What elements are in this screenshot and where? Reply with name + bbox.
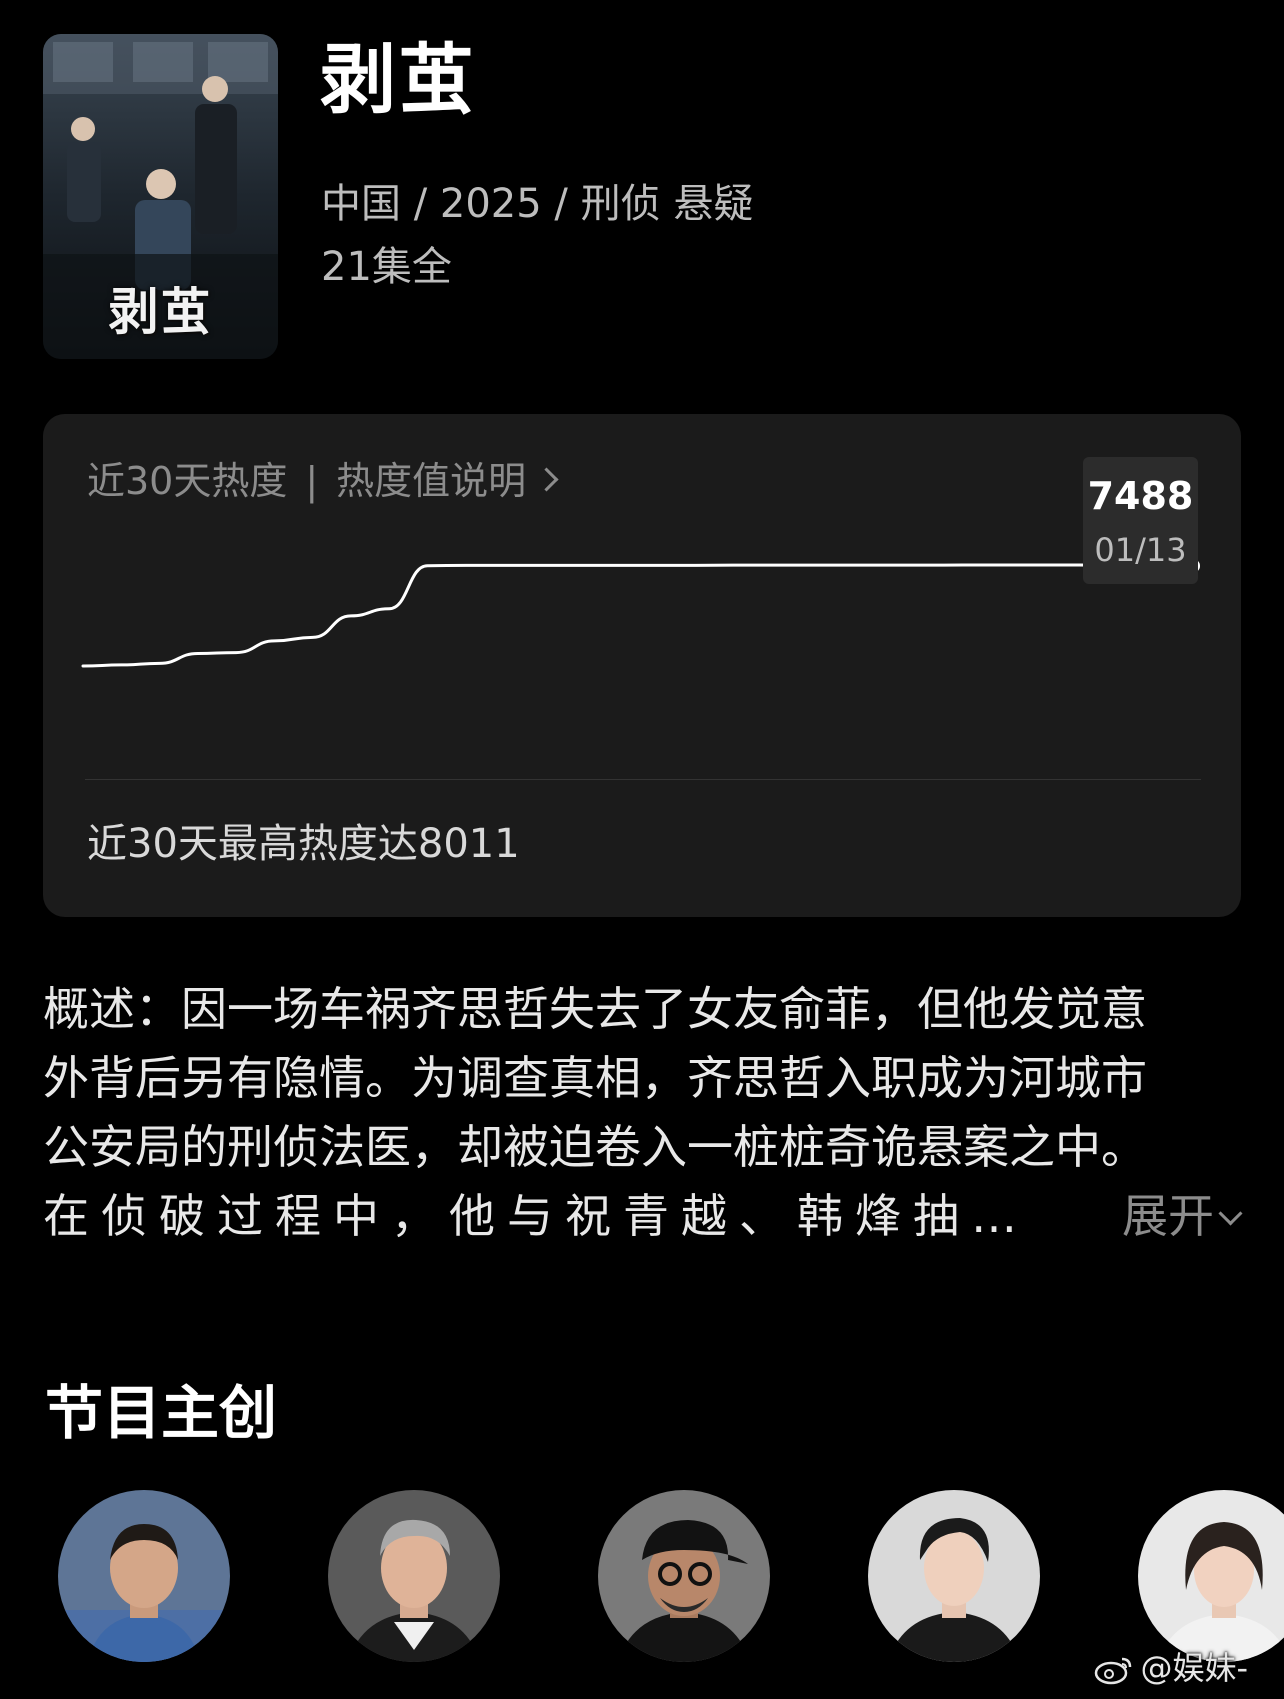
expand-label: 展开 xyxy=(1122,1189,1214,1243)
show-poster[interactable]: 剥茧 xyxy=(43,34,278,359)
chevron-down-icon xyxy=(1218,1201,1243,1226)
expand-button[interactable]: 展开 xyxy=(1122,1182,1243,1251)
synopsis-line: 公安局的刑侦法医，却被迫卷入一桩桩奇诡悬案之中。 xyxy=(43,1120,1147,1174)
heat-chart[interactable] xyxy=(43,414,1241,774)
show-meta: 中国 / 2025 / 刑侦 悬疑 xyxy=(321,181,754,227)
creator-avatar-2[interactable] xyxy=(328,1490,500,1662)
creator-avatar-3[interactable] xyxy=(598,1490,770,1662)
person-photo-icon xyxy=(58,1490,230,1662)
person-photo-icon xyxy=(598,1490,770,1662)
person-photo-icon xyxy=(328,1490,500,1662)
episode-count: 21集全 xyxy=(321,244,452,290)
divider xyxy=(85,779,1201,780)
watermark: @娱妹- xyxy=(1094,1652,1248,1685)
synopsis-line: 外背后另有隐情。为调查真相，齐思哲入职成为河城市 xyxy=(43,1051,1147,1105)
synopsis-line: 概述：因一场车祸齐思哲失去了女友俞菲，但他发觉意 xyxy=(43,982,1147,1036)
tooltip-date: 01/13 xyxy=(1094,531,1187,569)
person-photo-icon xyxy=(1138,1490,1284,1662)
chart-tooltip: 7488 01/13 xyxy=(1083,457,1198,584)
heat-series-line xyxy=(81,563,1195,668)
creator-avatar-4[interactable] xyxy=(868,1490,1040,1662)
creator-avatar-5[interactable] xyxy=(1138,1490,1284,1662)
poster-title: 剥茧 xyxy=(108,282,213,341)
person-photo-icon xyxy=(868,1490,1040,1662)
section-title: 节目主创 xyxy=(45,1379,278,1447)
creator-avatar-1[interactable] xyxy=(58,1490,230,1662)
weibo-icon xyxy=(1095,1657,1132,1685)
watermark-text: @娱妹- xyxy=(1140,1649,1248,1687)
synopsis: 概述：因一场车祸齐思哲失去了女友俞菲，但他发觉意 外背后另有隐情。为调查真相，齐… xyxy=(43,975,1243,1251)
page-title: 剥茧 xyxy=(320,35,476,124)
synopsis-line: 在侦破过程中，他与祝青越、韩烽抽… xyxy=(43,1189,1029,1243)
heat-peak-text: 近30天最高热度达8011 xyxy=(87,821,520,867)
heat-card: 近30天热度 | 热度值说明 7488 01/13 近30天最高热度达8011 xyxy=(43,414,1241,917)
tooltip-value: 7488 xyxy=(1087,474,1194,518)
